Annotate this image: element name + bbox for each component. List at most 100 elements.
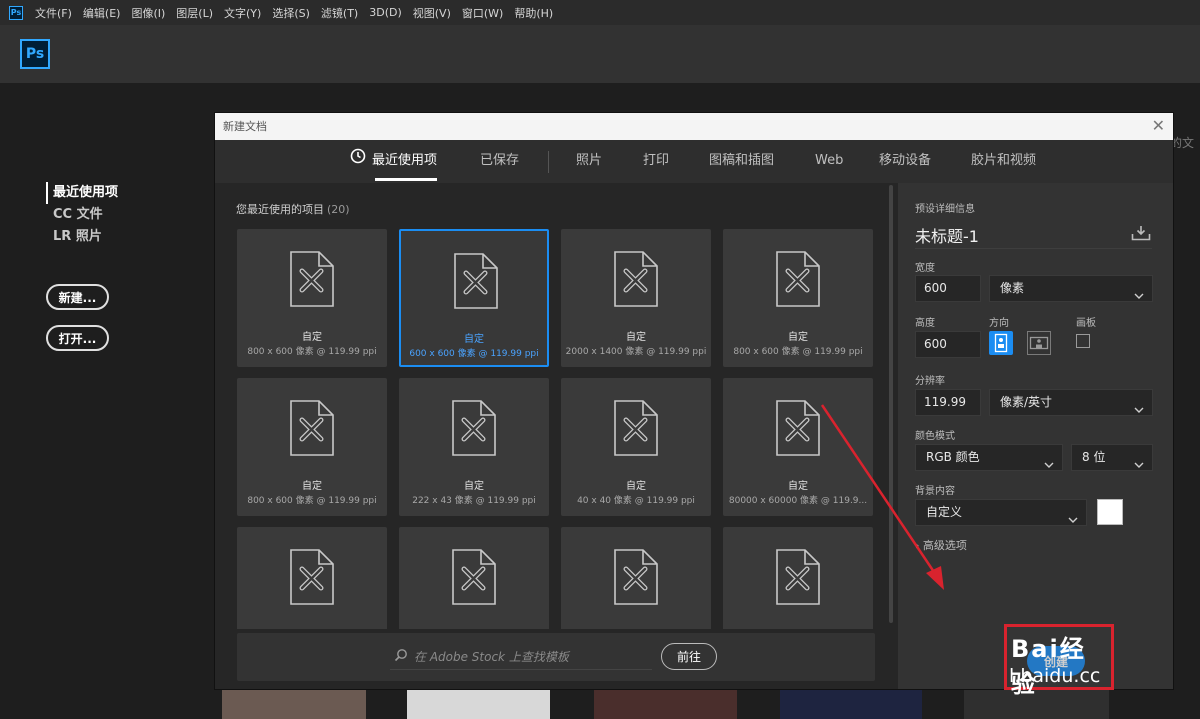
menu-type[interactable]: 文字(Y) [224,5,261,21]
landscape-orientation-icon[interactable] [1027,331,1051,355]
tab-film-video[interactable]: 胶片和视频 [971,140,1036,183]
chevron-down-icon [1134,284,1144,309]
resolution-input[interactable]: 119.99 [915,389,981,416]
document-icon [287,249,337,313]
preset-card[interactable] [561,527,711,629]
document-icon [449,398,499,462]
tab-web[interactable]: Web [815,140,843,183]
background-value: 自定义 [926,505,963,519]
recent-presets-panel: 您最近使用的项目 (20) 自定 800 x 600 像素 @ 119.99 ppi… [215,183,898,689]
close-icon[interactable]: ✕ [1152,117,1165,135]
advanced-options-toggle[interactable]: › 高级选项 [915,537,967,553]
open-file-button[interactable]: 打开... [46,325,109,351]
menu-file[interactable]: 文件(F) [35,5,72,21]
portrait-orientation-icon[interactable] [989,331,1013,355]
height-input[interactable]: 600 [915,331,981,358]
document-icon [451,251,501,315]
create-button[interactable]: 创建 [1027,646,1085,676]
preset-card[interactable]: 自定 800 x 600 像素 @ 119.99 ppi [237,378,387,516]
width-input[interactable]: 600 [915,275,981,302]
tab-print[interactable]: 打印 [643,140,669,183]
recent-heading: 您最近使用的项目 (20) [236,201,350,217]
preset-card[interactable]: 自定 222 x 43 像素 @ 119.99 ppi [399,378,549,516]
advanced-options-label: 高级选项 [922,539,967,552]
nav-recent[interactable]: 最近使用项 [46,182,118,204]
stock-search-input[interactable] [414,649,644,664]
background-color-swatch[interactable] [1097,499,1123,525]
tab-photo[interactable]: 照片 [576,140,602,183]
tab-divider [548,151,549,173]
width-unit-select[interactable]: 像素 [989,275,1153,302]
recent-thumbnail[interactable] [964,686,1109,719]
artboard-checkbox[interactable] [1076,334,1090,348]
preset-dimensions: 600 x 600 像素 @ 119.99 ppi [409,349,539,359]
background-select[interactable]: 自定义 [915,499,1087,526]
preset-card[interactable]: 自定 2000 x 1400 像素 @ 119.99 ppi [561,229,711,367]
menu-select[interactable]: 选择(S) [272,5,310,21]
preset-name: 自定 [626,481,646,492]
resolution-unit-select[interactable]: 像素/英寸 [989,389,1153,416]
orientation-label: 方向 [989,318,1009,329]
preset-dimensions: 222 x 43 像素 @ 119.99 ppi [412,496,536,506]
document-icon [287,398,337,462]
new-file-button[interactable]: 新建... [46,284,109,310]
go-button[interactable]: 前往 [661,643,717,670]
preset-card[interactable]: 自定 600 x 600 像素 @ 119.99 ppi [399,229,549,367]
recent-thumbnail[interactable] [407,686,550,719]
menu-window[interactable]: 窗口(W) [462,5,503,21]
preset-card[interactable] [237,527,387,629]
preset-card[interactable]: 自定 800 x 600 像素 @ 119.99 ppi [723,229,873,367]
resolution-label: 分辨率 [915,376,945,387]
chevron-down-icon [1044,453,1054,478]
menu-view[interactable]: 视图(V) [413,5,451,21]
color-mode-select[interactable]: RGB 颜色 [915,444,1063,471]
tab-saved[interactable]: 已保存 [480,140,519,183]
home-header: Ps [0,25,1200,83]
document-icon [611,547,661,611]
menu-edit[interactable]: 编辑(E) [83,5,121,21]
chevron-down-icon [1134,453,1144,478]
menu-filter[interactable]: 滤镜(T) [321,5,358,21]
preset-name: 自定 [464,334,484,345]
preset-name: 自定 [302,481,322,492]
tab-mobile[interactable]: 移动设备 [879,140,931,183]
recent-thumbnail[interactable] [780,686,922,719]
preset-scrollbar[interactable] [889,185,893,623]
chevron-right-icon: › [915,539,920,552]
nav-cc-files[interactable]: CC 文件 [46,204,118,226]
clock-icon [350,140,366,181]
tab-recent[interactable]: 最近使用项 [350,140,438,183]
menu-3d[interactable]: 3D(D) [369,6,402,19]
save-preset-icon[interactable] [1131,225,1151,245]
width-label: 宽度 [915,263,935,274]
menu-help[interactable]: 帮助(H) [514,5,553,21]
stock-search-field [390,644,652,670]
preset-card[interactable]: 自定 40 x 40 像素 @ 119.99 ppi [561,378,711,516]
tab-recent-label: 最近使用项 [372,153,438,168]
document-name-field[interactable]: 未标题-1 [915,223,1152,249]
photoshop-logo[interactable]: Ps [20,39,50,69]
document-icon [773,398,823,462]
recent-thumbnail[interactable] [594,686,737,719]
document-icon [773,249,823,313]
tab-art-illustration[interactable]: 图稿和插图 [709,140,774,183]
recent-heading-label: 您最近使用的项目 [236,203,324,216]
preset-card[interactable] [723,527,873,629]
preset-name: 自定 [302,332,322,343]
resolution-unit-value: 像素/英寸 [1000,395,1053,409]
menu-image[interactable]: 图像(I) [131,5,165,21]
recent-count: (20) [327,203,350,216]
preset-card[interactable]: 自定 80000 x 60000 像素 @ 119.9... [723,378,873,516]
artboard-label: 画板 [1076,318,1096,329]
preset-name: 自定 [626,332,646,343]
nav-lr-photos[interactable]: LR 照片 [46,226,118,248]
photoshop-app-icon: Ps [9,5,23,20]
bit-depth-select[interactable]: 8 位 [1071,444,1153,471]
dialog-title: 新建文档 [215,113,1173,140]
preset-card[interactable]: 自定 800 x 600 像素 @ 119.99 ppi [237,229,387,367]
chevron-down-icon [1134,398,1144,423]
menu-layer[interactable]: 图层(L) [176,5,213,21]
document-icon [773,547,823,611]
recent-thumbnail[interactable] [222,686,366,719]
preset-card[interactable] [399,527,549,629]
